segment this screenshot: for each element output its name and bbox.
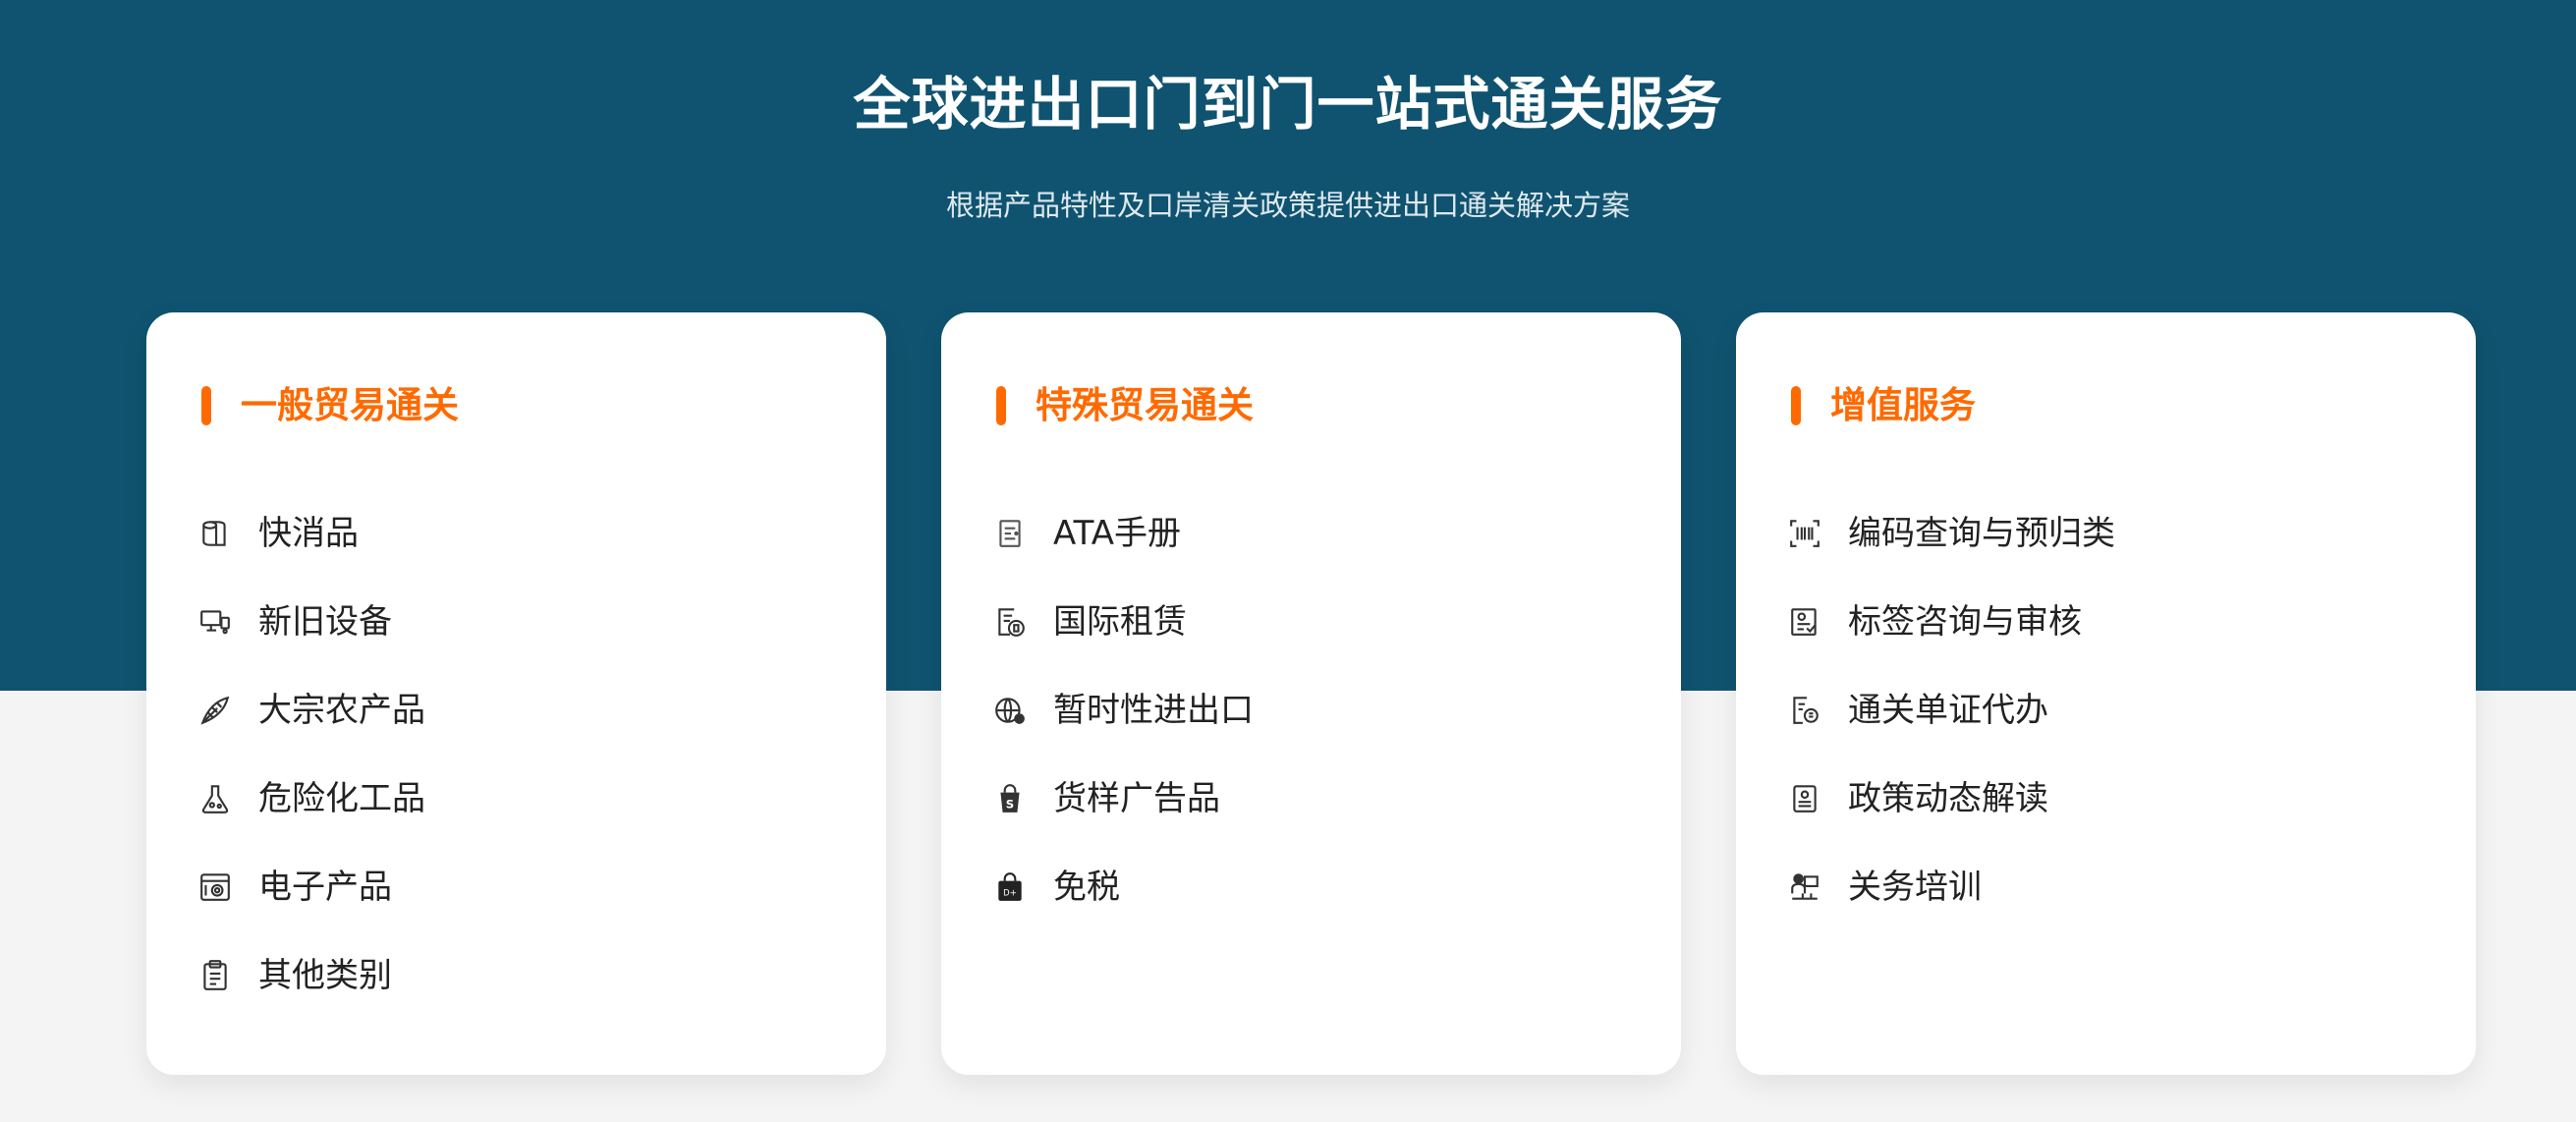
item-label: 编码查询与预归类	[1848, 514, 2115, 553]
page-subtitle: 根据产品特性及口岸清关政策提供进出口通关解决方案	[945, 189, 1630, 222]
flask-icon	[197, 781, 233, 816]
item-label: 免税	[1053, 868, 1120, 907]
label-review-icon	[1787, 604, 1822, 640]
item-label: 通关单证代办	[1848, 691, 2048, 730]
card-special-trade: 特殊贸易通关 ATA手册 国际租赁 暂时性进出口 S 货样广告品 D+ 免税	[941, 312, 1681, 1075]
list-item-agriculture[interactable]: 大宗农产品	[197, 666, 425, 755]
barcode-scan-icon	[1787, 516, 1822, 551]
item-label: 关务培训	[1848, 868, 1982, 907]
card-value-added: 增值服务 编码查询与预归类 标签咨询与审核 通关单证代办 政策动态解读 关务培训	[1736, 312, 2476, 1075]
list-item-equipment[interactable]: 新旧设备	[197, 578, 425, 666]
service-list: ATA手册 国际租赁 暂时性进出口 S 货样广告品 D+ 免税	[992, 489, 1254, 931]
item-label: 暂时性进出口	[1053, 691, 1254, 730]
list-item-temporary-import-export[interactable]: 暂时性进出口	[992, 666, 1254, 755]
training-icon	[1787, 870, 1822, 905]
paper-roll-icon	[197, 516, 233, 551]
lease-document-icon	[992, 604, 1028, 640]
svg-text:D+: D+	[1003, 889, 1017, 899]
list-item-customs-documents[interactable]: 通关单证代办	[1787, 666, 2115, 755]
list-item-customs-training[interactable]: 关务培训	[1787, 843, 2115, 931]
card-title: 一般贸易通关	[241, 384, 459, 426]
list-item-ata-carnet[interactable]: ATA手册	[992, 489, 1254, 578]
list-item-others[interactable]: 其他类别	[197, 931, 425, 1020]
accent-bar	[996, 386, 1006, 425]
list-item-hs-code[interactable]: 编码查询与预归类	[1787, 489, 2115, 578]
item-label: 其他类别	[258, 956, 392, 995]
item-label: 政策动态解读	[1848, 779, 2048, 818]
accent-bar	[201, 386, 211, 425]
list-item-electronics[interactable]: 电子产品	[197, 843, 425, 931]
globe-icon	[992, 693, 1028, 728]
document-stamp-icon	[1787, 693, 1822, 728]
item-label: 快消品	[258, 514, 359, 553]
card-header: 特殊贸易通关	[996, 381, 1254, 430]
accent-bar	[1791, 386, 1801, 425]
item-label: 电子产品	[258, 868, 392, 907]
page-title: 全球进出口门到门一站式通关服务	[853, 71, 1723, 138]
item-label: ATA手册	[1053, 514, 1182, 553]
electronics-icon	[197, 870, 233, 905]
list-item-duty-free[interactable]: D+ 免税	[992, 843, 1254, 931]
card-title: 特殊贸易通关	[1036, 384, 1254, 426]
shopping-bag-icon: S	[992, 781, 1028, 816]
item-label: 大宗农产品	[258, 691, 425, 730]
item-label: 新旧设备	[258, 602, 392, 642]
policy-icon	[1787, 781, 1822, 816]
leaf-icon	[197, 693, 233, 728]
list-item-samples-ads[interactable]: S 货样广告品	[992, 755, 1254, 843]
service-list: 编码查询与预归类 标签咨询与审核 通关单证代办 政策动态解读 关务培训	[1787, 489, 2115, 931]
item-label: 国际租赁	[1053, 602, 1187, 642]
item-label: 货样广告品	[1053, 779, 1220, 818]
booklet-icon	[992, 516, 1028, 551]
item-label: 危险化工品	[258, 779, 425, 818]
devices-icon	[197, 604, 233, 640]
list-item-international-lease[interactable]: 国际租赁	[992, 578, 1254, 666]
service-list: 快消品 新旧设备 大宗农产品 危险化工品 电子产品 其他类别	[197, 489, 425, 1020]
duty-free-bag-icon: D+	[992, 870, 1028, 905]
card-header: 一般贸易通关	[201, 381, 459, 430]
clipboard-icon	[197, 958, 233, 993]
card-title: 增值服务	[1830, 384, 1976, 426]
card-header: 增值服务	[1791, 381, 1976, 430]
list-item-fmcg[interactable]: 快消品	[197, 489, 425, 578]
svg-text:S: S	[1006, 798, 1014, 812]
list-item-policy-interpretation[interactable]: 政策动态解读	[1787, 755, 2115, 843]
list-item-label-review[interactable]: 标签咨询与审核	[1787, 578, 2115, 666]
list-item-chemicals[interactable]: 危险化工品	[197, 755, 425, 843]
card-general-trade: 一般贸易通关 快消品 新旧设备 大宗农产品 危险化工品 电子产品 其他类别	[146, 312, 886, 1075]
item-label: 标签咨询与审核	[1848, 602, 2082, 642]
